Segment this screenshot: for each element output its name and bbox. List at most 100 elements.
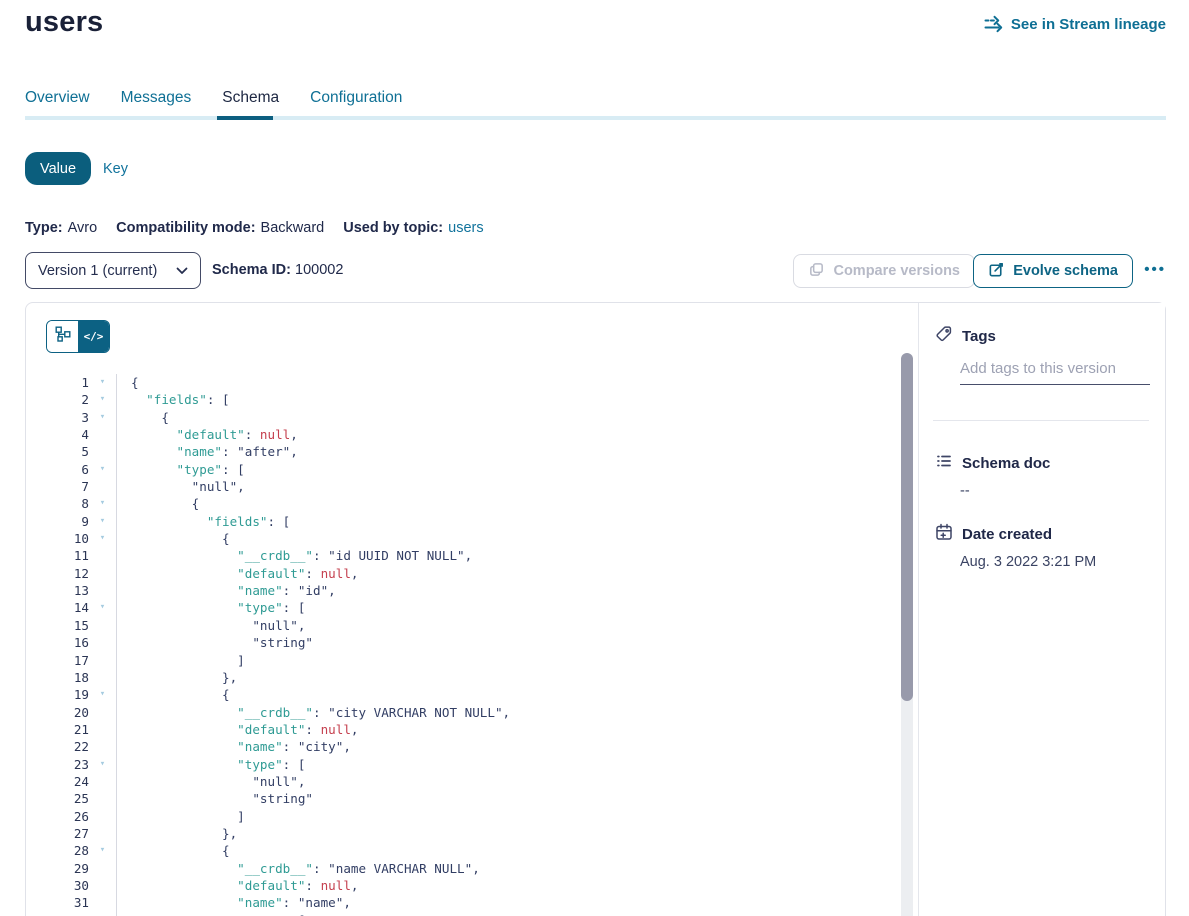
token-text: { <box>161 410 169 425</box>
fold-toggle-icon[interactable]: ▾ <box>89 513 116 530</box>
token-text: "null", <box>192 479 245 494</box>
tab-schema[interactable]: Schema <box>222 89 279 107</box>
version-select-value: Version 1 (current) <box>38 263 157 279</box>
token-text: , <box>290 427 298 442</box>
code-line: 3▾ { <box>26 409 901 426</box>
fold-toggle-icon[interactable]: ▾ <box>89 461 116 478</box>
token-text: , <box>351 878 359 893</box>
token-text: "string" <box>252 791 313 806</box>
line-number: 1 <box>26 374 89 391</box>
fold-spacer <box>89 565 116 582</box>
token-key: "type" <box>237 600 283 615</box>
code-text: "default": null, <box>116 565 901 582</box>
token-null: null <box>321 722 351 737</box>
line-number: 32 <box>26 912 89 916</box>
compare-versions-button[interactable]: Compare versions <box>793 254 975 288</box>
token-text: : [ <box>207 392 230 407</box>
token-key: "type" <box>177 462 223 477</box>
version-select[interactable]: Version 1 (current) <box>25 252 201 289</box>
tags-title: Tags <box>962 328 996 345</box>
scrollbar-thumb[interactable] <box>901 353 913 701</box>
fold-spacer <box>89 860 116 877</box>
stream-lineage-link[interactable]: See in Stream lineage <box>984 15 1166 33</box>
fold-spacer <box>89 808 116 825</box>
code-line: 9▾ "fields": [ <box>26 513 901 530</box>
code-line: 12 "default": null, <box>26 565 901 582</box>
line-number: 17 <box>26 652 89 669</box>
token-text: : <box>305 878 320 893</box>
line-number: 14 <box>26 599 89 616</box>
token-text: : <box>305 566 320 581</box>
line-number: 5 <box>26 443 89 460</box>
code-text: "__crdb__": "city VARCHAR NOT NULL", <box>116 704 901 721</box>
fold-toggle-icon[interactable]: ▾ <box>89 495 116 512</box>
code-text: "type": [ <box>116 599 901 616</box>
code-line: 1▾ { <box>26 374 901 391</box>
code-text: "name": "name", <box>116 894 901 911</box>
token-text: "null", <box>252 618 305 633</box>
more-options-button[interactable]: ••• <box>1144 261 1166 278</box>
fold-toggle-icon[interactable]: ▾ <box>89 599 116 616</box>
fold-toggle-icon[interactable]: ▾ <box>89 912 116 916</box>
code-line: 24 "null", <box>26 773 901 790</box>
fold-toggle-icon[interactable]: ▾ <box>89 842 116 859</box>
fold-spacer <box>89 617 116 634</box>
line-number: 19 <box>26 686 89 703</box>
fold-spacer <box>89 582 116 599</box>
evolve-schema-button[interactable]: Evolve schema <box>973 254 1133 288</box>
tab-messages[interactable]: Messages <box>121 89 192 107</box>
chevron-down-icon <box>176 263 188 279</box>
line-number: 22 <box>26 738 89 755</box>
token-key: "default" <box>237 566 305 581</box>
token-text: { <box>131 375 139 390</box>
fold-toggle-icon[interactable]: ▾ <box>89 391 116 408</box>
meta-compat: Compatibility mode:Backward <box>116 220 324 236</box>
tab-track <box>25 116 1166 120</box>
code-line: 15 "null", <box>26 617 901 634</box>
token-null: null <box>260 427 290 442</box>
tab-configuration[interactable]: Configuration <box>310 89 402 107</box>
token-key: "default" <box>237 878 305 893</box>
token-key: "name" <box>237 583 283 598</box>
code-view-button[interactable]: </> <box>78 321 109 352</box>
code-text: { <box>116 374 901 391</box>
fold-toggle-icon[interactable]: ▾ <box>89 530 116 547</box>
line-number: 11 <box>26 547 89 564</box>
token-text: : <box>305 722 320 737</box>
code-line: 7 "null", <box>26 478 901 495</box>
token-text: : "city VARCHAR NOT NULL", <box>313 705 510 720</box>
line-number: 21 <box>26 721 89 738</box>
edit-icon <box>988 261 1005 282</box>
line-number: 6 <box>26 461 89 478</box>
schema-doc-title: Schema doc <box>962 455 1050 472</box>
value-toggle-button[interactable]: Value <box>25 152 91 185</box>
code-text: "string" <box>116 634 901 651</box>
line-number: 2 <box>26 391 89 408</box>
stream-lineage-icon <box>984 15 1003 33</box>
line-number: 26 <box>26 808 89 825</box>
tab-overview[interactable]: Overview <box>25 89 90 107</box>
code-line: 28▾ { <box>26 842 901 859</box>
line-number: 27 <box>26 825 89 842</box>
line-number: 29 <box>26 860 89 877</box>
line-number: 31 <box>26 894 89 911</box>
key-toggle-link[interactable]: Key <box>103 161 128 177</box>
code-text: ] <box>116 808 901 825</box>
copy-icon <box>808 261 825 282</box>
tags-input[interactable] <box>960 360 1150 385</box>
topic-link[interactable]: users <box>448 220 483 236</box>
code-line: 25 "string" <box>26 790 901 807</box>
fold-toggle-icon[interactable]: ▾ <box>89 409 116 426</box>
meta-type: Type:Avro <box>25 220 97 236</box>
fold-toggle-icon[interactable]: ▾ <box>89 686 116 703</box>
code-text: "type": [ <box>116 461 901 478</box>
tree-view-button[interactable] <box>47 321 78 352</box>
fold-toggle-icon[interactable]: ▾ <box>89 374 116 391</box>
token-key: "__crdb__" <box>237 705 313 720</box>
fold-spacer <box>89 825 116 842</box>
code-line: 19▾ { <box>26 686 901 703</box>
fold-toggle-icon[interactable]: ▾ <box>89 756 116 773</box>
line-number: 13 <box>26 582 89 599</box>
code-line: 2▾ "fields": [ <box>26 391 901 408</box>
code-line: 5 "name": "after", <box>26 443 901 460</box>
